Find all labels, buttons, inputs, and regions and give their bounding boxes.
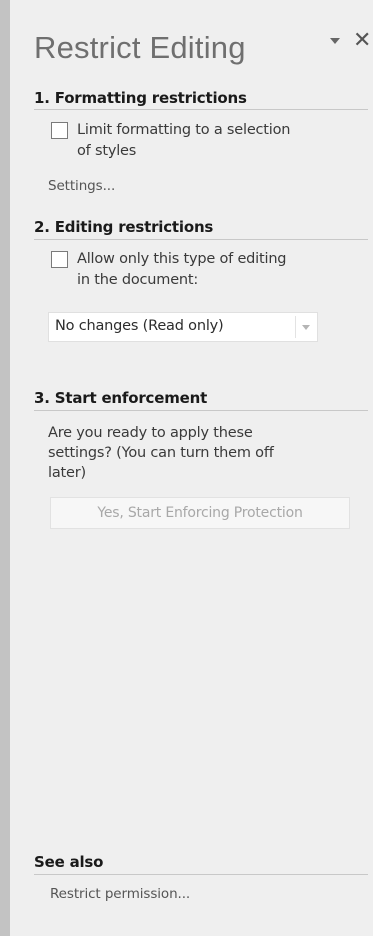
editing-divider <box>34 239 368 240</box>
dropdown-arrow-icon[interactable] <box>302 325 310 330</box>
editing-type-value: No changes (Read only) <box>55 318 224 334</box>
enforcement-description-line3: later) <box>48 465 86 481</box>
see-also-heading: See also <box>34 853 104 871</box>
start-enforcement-heading: 3. Start enforcement <box>34 389 208 407</box>
limit-formatting-checkbox[interactable] <box>51 122 68 139</box>
enforcement-description-line1: Are you ready to apply these <box>48 425 253 441</box>
allow-editing-checkbox[interactable] <box>51 251 68 268</box>
pane-left-edge <box>0 0 10 936</box>
formatting-divider <box>34 109 368 110</box>
start-enforcing-button[interactable]: Yes, Start Enforcing Protection <box>50 497 350 529</box>
editing-restrictions-heading: 2. Editing restrictions <box>34 218 214 236</box>
pane-title: Restrict Editing <box>34 30 246 65</box>
formatting-restrictions-heading: 1. Formatting restrictions <box>34 89 247 107</box>
limit-formatting-label-line2: of styles <box>77 143 137 159</box>
enforcement-description-line2: settings? (You can turn them off <box>48 445 274 461</box>
close-icon[interactable]: ✕ <box>353 30 371 52</box>
restrict-editing-pane: Restrict Editing ✕ 1. Formatting restric… <box>10 0 373 936</box>
allow-editing-label-line2: in the document: <box>77 272 199 288</box>
chevron-down-icon[interactable] <box>330 38 340 44</box>
restrict-permission-link[interactable]: Restrict permission... <box>50 886 190 902</box>
dropdown-separator <box>295 316 296 338</box>
enforcement-divider <box>34 410 368 411</box>
settings-link[interactable]: Settings... <box>48 178 115 194</box>
limit-formatting-label-line1: Limit formatting to a selection <box>77 122 291 138</box>
see-also-divider <box>34 874 368 875</box>
editing-type-dropdown[interactable]: No changes (Read only) <box>48 312 318 342</box>
allow-editing-label-line1: Allow only this type of editing <box>77 251 287 267</box>
